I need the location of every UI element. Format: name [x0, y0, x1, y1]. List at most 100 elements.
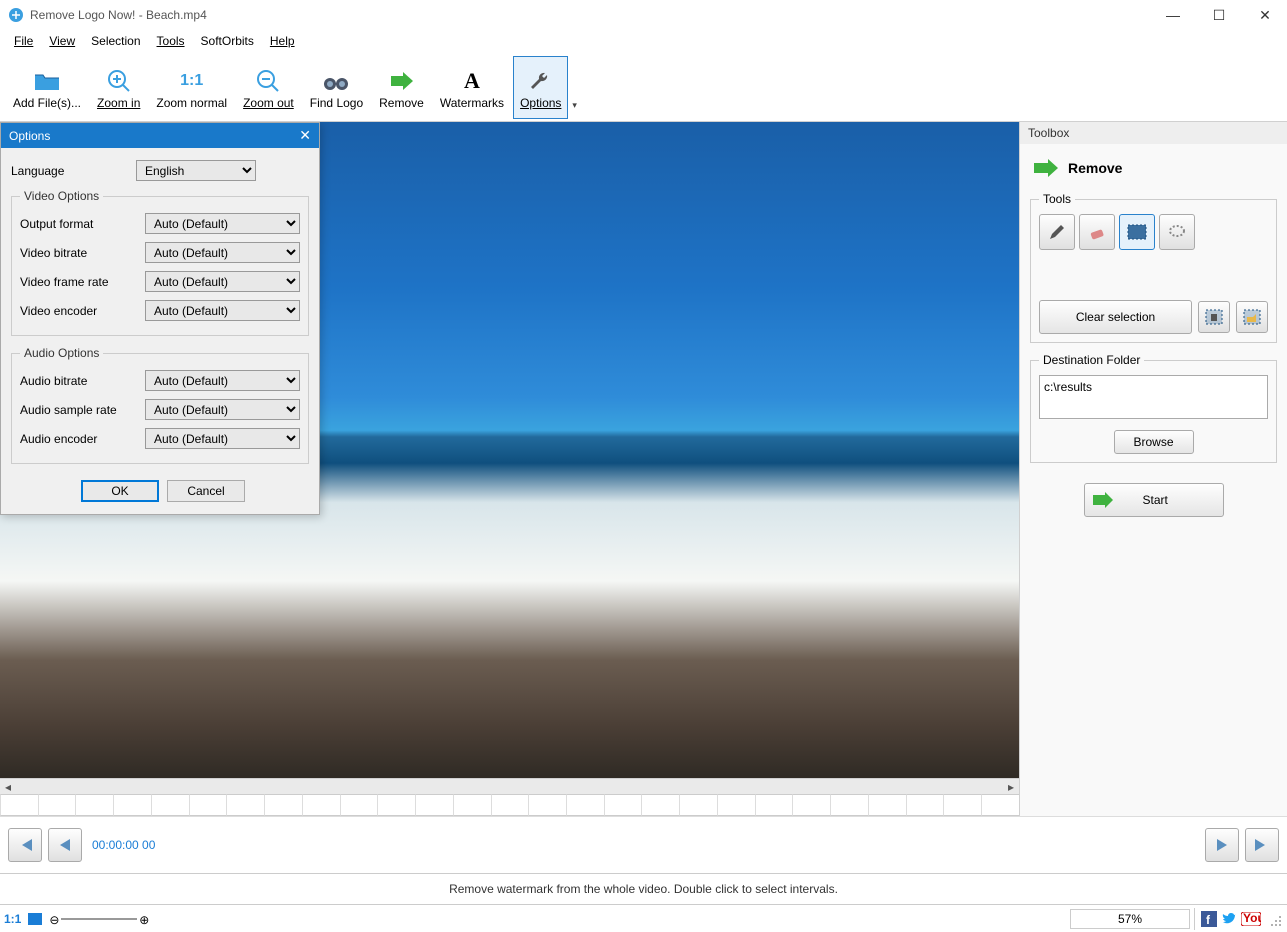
video-framerate-select[interactable]: Auto (Default)	[145, 271, 300, 292]
dialog-close-icon[interactable]: ✕	[299, 127, 311, 144]
video-framerate-label: Video frame rate	[20, 275, 145, 289]
youtube-icon[interactable]: You	[1241, 912, 1261, 926]
toolbar-zoom-normal[interactable]: 1:1 Zoom normal	[149, 56, 234, 119]
resize-grip-icon[interactable]	[1269, 912, 1283, 926]
toolbar-overflow[interactable]: ▾	[570, 100, 577, 119]
folder-icon	[33, 65, 61, 97]
language-select[interactable]: English	[136, 160, 256, 181]
timeline-ruler[interactable]	[0, 794, 1019, 816]
start-arrow-icon	[1091, 491, 1115, 509]
goto-start-button[interactable]	[8, 828, 42, 862]
zoom-out-knob-icon[interactable]: ⊖	[49, 913, 59, 927]
save-icon	[1205, 309, 1223, 325]
toolbar-add-files[interactable]: Add File(s)...	[6, 56, 88, 119]
timeline-controls: 00:00:00 00	[0, 816, 1287, 874]
goto-end-button[interactable]	[1245, 828, 1279, 862]
maximize-button[interactable]: ☐	[1205, 7, 1233, 24]
zoom-slider[interactable]: ⊖ ⊕	[49, 911, 149, 927]
audio-bitrate-label: Audio bitrate	[20, 374, 145, 388]
destination-folder-label: Destination Folder	[1039, 353, 1144, 367]
menu-softorbits[interactable]: SoftOrbits	[193, 32, 262, 50]
zoom-in-icon	[106, 65, 132, 97]
options-dialog: Options ✕ Language English Video Options…	[0, 122, 320, 515]
marquee-icon	[1127, 224, 1147, 240]
toolbox-panel: Toolbox Remove Tools Clear selection	[1019, 122, 1287, 816]
skip-end-icon	[1253, 836, 1271, 854]
audio-options-label: Audio Options	[20, 346, 103, 360]
lasso-tool[interactable]	[1159, 214, 1195, 250]
scale-label[interactable]: 1:1	[4, 912, 21, 926]
load-icon	[1243, 309, 1261, 325]
marquee-tool[interactable]	[1119, 214, 1155, 250]
save-selection-button[interactable]	[1198, 301, 1230, 333]
audio-samplerate-select[interactable]: Auto (Default)	[145, 399, 300, 420]
app-icon	[8, 7, 24, 23]
hint-bar: Remove watermark from the whole video. D…	[0, 874, 1287, 904]
binoculars-icon	[322, 65, 350, 97]
zoom-in-knob-icon[interactable]: ⊕	[139, 913, 149, 927]
menu-tools[interactable]: Tools	[149, 32, 193, 50]
pencil-tool[interactable]	[1039, 214, 1075, 250]
audio-samplerate-label: Audio sample rate	[20, 403, 145, 417]
video-bitrate-select[interactable]: Auto (Default)	[145, 242, 300, 263]
toolbar-zoom-in[interactable]: Zoom in	[90, 56, 147, 119]
toolbar-find-logo[interactable]: Find Logo	[303, 56, 370, 119]
menu-help[interactable]: Help	[262, 32, 303, 50]
fit-icon[interactable]	[27, 912, 43, 926]
tools-label: Tools	[1039, 192, 1075, 206]
eraser-tool[interactable]	[1079, 214, 1115, 250]
destination-folder-input[interactable]	[1039, 375, 1268, 419]
scroll-right-icon[interactable]: ▸	[1003, 780, 1019, 794]
start-button[interactable]: Start	[1084, 483, 1224, 517]
remove-arrow-icon	[1032, 158, 1060, 178]
zoom-out-icon	[255, 65, 281, 97]
video-preview[interactable]: Options ✕ Language English Video Options…	[0, 122, 1019, 778]
toolbox-header: Remove	[1068, 160, 1122, 176]
toolbar: Add File(s)... Zoom in 1:1 Zoom normal Z…	[0, 52, 1287, 122]
load-selection-button[interactable]	[1236, 301, 1268, 333]
menu-bar: File View Selection Tools SoftOrbits Hel…	[0, 30, 1287, 52]
text-a-icon: A	[464, 65, 480, 97]
audio-encoder-label: Audio encoder	[20, 432, 145, 446]
toolbar-options[interactable]: Options	[513, 56, 568, 119]
cancel-button[interactable]: Cancel	[167, 480, 245, 502]
browse-button[interactable]: Browse	[1114, 430, 1194, 454]
skip-start-icon	[16, 836, 34, 854]
twitter-icon[interactable]	[1221, 911, 1237, 927]
step-back-icon	[56, 836, 74, 854]
toolbar-zoom-out[interactable]: Zoom out	[236, 56, 301, 119]
pencil-icon	[1048, 223, 1066, 241]
dialog-title: Options	[9, 129, 50, 143]
zoom-normal-icon: 1:1	[180, 65, 203, 97]
clear-selection-button[interactable]: Clear selection	[1039, 300, 1192, 334]
progress-percent: 57%	[1070, 909, 1190, 929]
window-title: Remove Logo Now! - Beach.mp4	[30, 8, 207, 22]
menu-view[interactable]: View	[41, 32, 83, 50]
lasso-icon	[1168, 223, 1186, 241]
toolbox-title: Toolbox	[1020, 122, 1287, 144]
preview-hscroll[interactable]: ◂ ▸	[0, 778, 1019, 794]
facebook-icon[interactable]: f	[1201, 911, 1217, 927]
status-bar: 1:1 ⊖ ⊕ 57% f You	[0, 904, 1287, 932]
audio-bitrate-select[interactable]: Auto (Default)	[145, 370, 300, 391]
svg-text:You: You	[1243, 912, 1261, 925]
toolbar-watermarks[interactable]: A Watermarks	[433, 56, 511, 119]
step-back-button[interactable]	[48, 828, 82, 862]
eraser-icon	[1088, 223, 1106, 241]
minimize-button[interactable]: —	[1159, 7, 1187, 24]
video-encoder-label: Video encoder	[20, 304, 145, 318]
step-forward-button[interactable]	[1205, 828, 1239, 862]
timecode: 00:00:00 00	[92, 838, 155, 852]
close-button[interactable]: ✕	[1251, 7, 1279, 24]
audio-encoder-select[interactable]: Auto (Default)	[145, 428, 300, 449]
menu-file[interactable]: File	[6, 32, 41, 50]
menu-selection[interactable]: Selection	[83, 32, 148, 50]
ok-button[interactable]: OK	[81, 480, 159, 502]
title-bar: Remove Logo Now! - Beach.mp4 — ☐ ✕	[0, 0, 1287, 30]
step-forward-icon	[1213, 836, 1231, 854]
scroll-left-icon[interactable]: ◂	[0, 780, 16, 794]
video-encoder-select[interactable]: Auto (Default)	[145, 300, 300, 321]
toolbar-remove[interactable]: Remove	[372, 56, 431, 119]
wrench-icon	[529, 65, 553, 97]
output-format-select[interactable]: Auto (Default)	[145, 213, 300, 234]
